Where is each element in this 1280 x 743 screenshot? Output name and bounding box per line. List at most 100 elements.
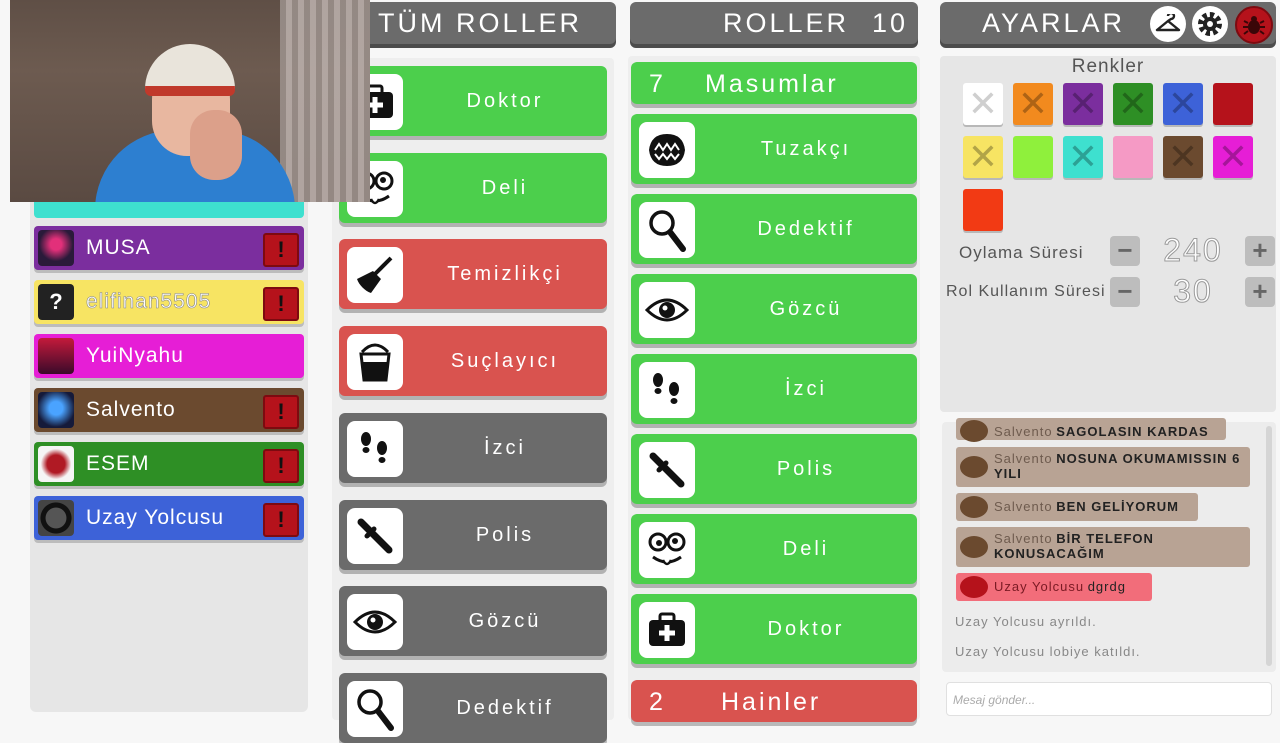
innocents-header: 7 Masumlar [631,62,917,104]
player-avatar [38,392,74,428]
chat-username: Salvento [994,424,1053,439]
bucket-icon [347,334,403,391]
role-label: Temizlikçi [447,263,563,286]
selected-role-card[interactable]: Gözcü [631,274,917,344]
role-time-decrease-button[interactable]: − [1110,277,1140,307]
player-name: elifinan5505 [86,290,212,314]
role-label: Dedektif [757,218,855,240]
villains-label: Hainler [721,688,822,716]
role-card[interactable]: Doktor [339,66,607,136]
color-swatch[interactable] [1213,83,1253,125]
chat-message: Salvento NOSUNA OKUMAMISSIN 6 YILI [956,447,1250,487]
gear-icon[interactable] [1192,6,1228,42]
chat-input[interactable]: Mesaj gönder... [946,682,1272,716]
player-row[interactable]: Uzay Yolcusu! [34,496,304,540]
player-row[interactable]: ESEM! [34,442,304,486]
player-row[interactable]: YuiNyahu [34,334,304,378]
chat-message: Uzay Yolcusu dgrdg [956,573,1152,601]
kick-player-button[interactable]: ! [263,287,299,321]
role-card[interactable]: Dedektif [339,672,607,743]
color-swatch[interactable]: ✕ [1163,136,1203,178]
hanger-icon[interactable] [1150,6,1186,42]
color-swatch[interactable]: ✕ [1063,136,1103,178]
color-swatch[interactable]: ✕ [1213,136,1253,178]
role-label: Tuzakçı [760,138,852,160]
player-avatar [38,446,74,482]
footprints-icon [347,420,403,477]
kick-player-button[interactable]: ! [263,395,299,429]
vote-time-increase-button[interactable]: + [1245,236,1275,266]
selected-role-card[interactable]: İzci [631,354,917,424]
player-row[interactable]: ? elifinan5505! [34,280,304,324]
player-name: Uzay Yolcusu [86,506,225,529]
selected-role-card[interactable]: Dedektif [631,194,917,264]
color-swatch[interactable] [1113,136,1153,178]
chat-scrollbar[interactable] [1266,426,1272,666]
role-time-label: Rol Kullanım Süresi [946,283,1106,300]
role-time-increase-button[interactable]: + [1245,277,1275,307]
roles-title: ROLLER [723,8,850,38]
role-label: İzci [484,436,526,459]
eye-icon [347,594,403,651]
chat-username: Uzay Yolcusu [994,579,1085,594]
selected-role-card[interactable]: Polis [631,434,917,504]
kick-player-button[interactable]: ! [263,449,299,483]
player-avatar: ? [38,284,74,320]
medkit-icon [639,602,695,658]
chat-username: Salvento [994,531,1053,546]
baton-icon [347,507,403,564]
selected-role-card[interactable]: Deli [631,514,917,584]
role-card[interactable]: Suçlayıcı [339,326,607,397]
all-roles-header: TÜM ROLLER [360,2,616,44]
color-swatch[interactable]: ✕ [1113,83,1153,125]
chat-avatar [960,536,988,558]
color-swatch[interactable] [1013,136,1053,178]
bug-report-icon[interactable] [1235,6,1273,44]
chat-text: SAGOLASIN KARDAS [1056,424,1209,439]
selected-role-card[interactable]: Doktor [631,594,917,664]
color-swatch[interactable]: ✕ [1063,83,1103,125]
taken-x-icon: ✕ [1167,136,1199,177]
baton-icon [639,442,695,498]
kick-player-button[interactable]: ! [263,233,299,267]
player-row[interactable]: MUSA! [34,226,304,270]
chat-message: Salvento BEN GELİYORUM [956,493,1198,521]
role-card[interactable]: Gözcü [339,586,607,657]
role-time-value: 30 [1173,273,1213,310]
player-row[interactable]: Salvento! [34,388,304,432]
system-message: Uzay Yolcusu ayrıldı. [955,614,1097,629]
vote-time-value: 240 [1163,232,1223,269]
broom-icon [347,247,403,304]
role-card[interactable]: Deli [339,152,607,223]
role-label: Dedektif [456,696,554,719]
color-swatch[interactable]: ✕ [1013,83,1053,125]
role-label: İzci [785,378,827,400]
role-label: Gözcü [769,298,843,320]
player-name: ESEM [86,452,150,475]
color-swatch[interactable]: ✕ [963,83,1003,125]
color-swatch[interactable]: ✕ [1163,83,1203,125]
role-card[interactable]: İzci [339,412,607,483]
vote-time-label: Oylama Süresi [959,243,1084,262]
taken-x-icon: ✕ [1067,136,1099,177]
webcam-overlay [10,0,370,202]
taken-x-icon: ✕ [1017,83,1049,124]
player-avatar [38,500,74,536]
kick-player-button[interactable]: ! [263,503,299,537]
role-label: Deli [782,538,830,560]
system-message: Uzay Yolcusu lobiye katıldı. [955,644,1141,659]
vote-time-decrease-button[interactable]: − [1110,236,1140,266]
color-swatch[interactable]: ✕ [963,136,1003,178]
taken-x-icon: ✕ [1217,136,1249,177]
eye-icon [639,282,695,338]
role-label: Suçlayıcı [450,350,560,373]
innocents-label: Masumlar [705,70,839,98]
role-card[interactable]: Polis [339,499,607,570]
role-card[interactable]: Temizlikçi [339,239,607,310]
taken-x-icon: ✕ [967,136,999,177]
role-label: Polis [776,458,836,480]
color-swatch[interactable] [963,189,1003,231]
settings-title: AYARLAR [982,8,1126,38]
selected-role-card[interactable]: Tuzakçı [631,114,917,184]
chat-avatar [960,576,988,598]
